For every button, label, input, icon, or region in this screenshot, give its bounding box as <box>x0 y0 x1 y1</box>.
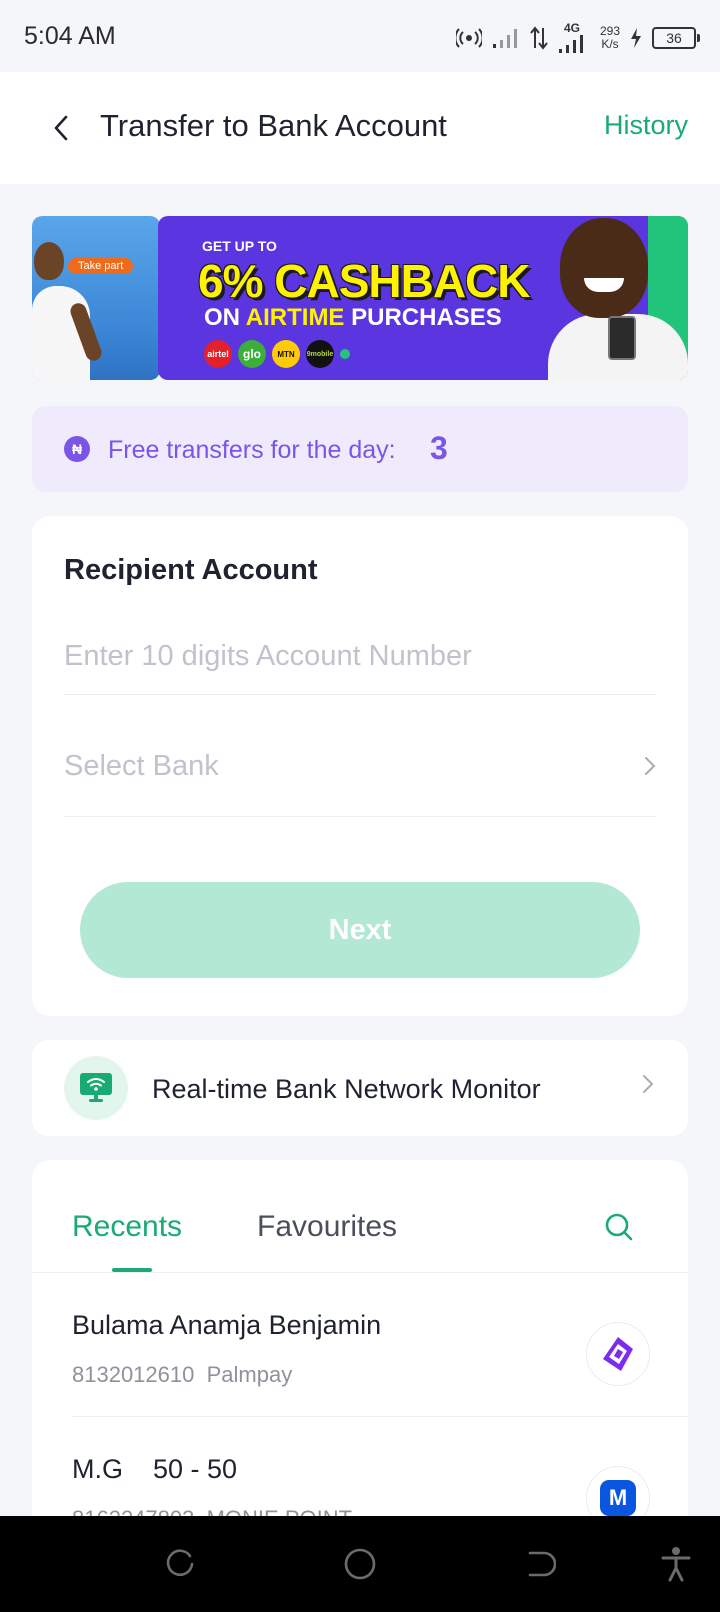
banner-cashback-slide: GET UP TO 6% CASHBACK ON AIRTIME PURCHAS… <box>158 216 688 380</box>
tab-favourites[interactable]: Favourites <box>257 1210 397 1244</box>
search-icon <box>605 1213 633 1241</box>
tab-recents[interactable]: Recents <box>72 1210 182 1244</box>
battery-level: 36 <box>666 30 682 46</box>
home-circle-icon <box>344 1548 376 1580</box>
back-nav-icon <box>528 1551 556 1577</box>
status-time: 5:04 AM <box>24 22 116 50</box>
glo-logo: glo <box>238 340 266 368</box>
divider <box>64 816 656 817</box>
back-button[interactable] <box>44 106 78 150</box>
carousel-dot <box>340 349 350 359</box>
bank-network-monitor[interactable]: Real-time Bank Network Monitor <box>32 1040 688 1136</box>
home-button[interactable] <box>340 1544 380 1584</box>
9mobile-logo: 9mobile <box>306 340 334 368</box>
speed-unit: K/s <box>601 37 619 51</box>
status-icons: 4G 293 K/s 36 <box>455 18 700 58</box>
monitor-label: Real-time Bank Network Monitor <box>152 1074 541 1104</box>
signal-icon <box>492 29 517 48</box>
system-nav-bar <box>0 1516 720 1612</box>
free-transfers-label: Free transfers for the day: <box>108 436 396 464</box>
promo-subline: ON AIRTIME PURCHASES <box>204 304 502 332</box>
chevron-right-icon <box>643 1075 654 1093</box>
network-logos: airtel glo MTN 9mobile <box>204 340 350 368</box>
palmpay-icon <box>603 1337 633 1371</box>
next-button[interactable]: Next <box>80 882 640 978</box>
network-4g: 4G <box>558 21 590 53</box>
recent-apps-button[interactable] <box>160 1544 200 1584</box>
data-arrows-icon <box>530 26 548 50</box>
network-type: 4G <box>563 21 580 35</box>
moniepoint-icon: M <box>600 1480 636 1516</box>
promo-small-text: GET UP TO <box>202 238 277 254</box>
palmpay-logo <box>586 1322 650 1386</box>
monitor-icon-wrap <box>64 1056 128 1120</box>
accessibility-icon <box>661 1547 691 1582</box>
recent-name: Bulama Anamja Benjamin <box>72 1310 382 1340</box>
monitor-wifi-icon <box>80 1073 112 1102</box>
model-image <box>560 218 648 318</box>
free-transfers-box: ₦ Free transfers for the day: 3 <box>32 406 688 492</box>
battery-icon: 36 <box>652 27 700 49</box>
recent-account: 8132012610 <box>72 1362 195 1387</box>
banner-prev-slide: Take part <box>32 216 160 380</box>
account-number-input[interactable] <box>64 616 656 696</box>
back-nav-button[interactable] <box>520 1544 560 1584</box>
recipient-title: Recipient Account <box>64 554 318 586</box>
naira-icon: ₦ <box>64 436 90 462</box>
page-title: Transfer to Bank Account <box>100 108 447 143</box>
recipient-account-card: Recipient Account Select Bank Next <box>32 516 688 1016</box>
recent-bank: Palmpay <box>206 1362 293 1387</box>
recent-apps-icon <box>166 1549 194 1577</box>
history-link[interactable]: History <box>604 110 688 141</box>
accessibility-button[interactable] <box>656 1544 696 1584</box>
chevron-left-icon <box>54 115 68 141</box>
promo-sub-on: ON <box>204 304 240 331</box>
search-button[interactable] <box>604 1212 634 1247</box>
moniepoint-letter: M <box>608 1485 628 1510</box>
divider <box>64 694 656 695</box>
promo-headline: 6% CASHBACK <box>198 255 530 307</box>
hotspot-icon <box>455 28 482 48</box>
promo-sub-airtime: AIRTIME <box>245 304 345 331</box>
player-image <box>34 242 64 280</box>
promo-sub-purchases: PURCHASES <box>351 304 502 331</box>
chevron-right-icon <box>645 757 656 775</box>
take-part-badge: Take part <box>68 258 134 274</box>
recent-item[interactable]: Bulama Anamja Benjamin 8132012610 Palmpa… <box>32 1272 688 1416</box>
recent-name: M.G 50 - 50 <box>72 1454 238 1484</box>
promo-banner[interactable]: Take part GET UP TO 6% CASHBACK ON AIRTI… <box>32 216 688 380</box>
recent-meta: 8132012610 Palmpay <box>72 1362 292 1388</box>
signal-4g-icon <box>558 35 583 53</box>
mtn-logo: MTN <box>272 340 300 368</box>
select-bank-field[interactable]: Select Bank <box>64 714 656 818</box>
phone-image <box>608 316 636 360</box>
charging-icon <box>631 28 641 48</box>
free-transfers-count: 3 <box>430 430 448 466</box>
app-header: Transfer to Bank Account History <box>0 72 720 184</box>
airtel-logo: airtel <box>204 340 232 368</box>
select-bank-placeholder: Select Bank <box>64 749 219 782</box>
status-bar: 5:04 AM 4G 293 K/s 36 <box>0 0 720 72</box>
network-speed: 293 K/s <box>600 25 620 51</box>
